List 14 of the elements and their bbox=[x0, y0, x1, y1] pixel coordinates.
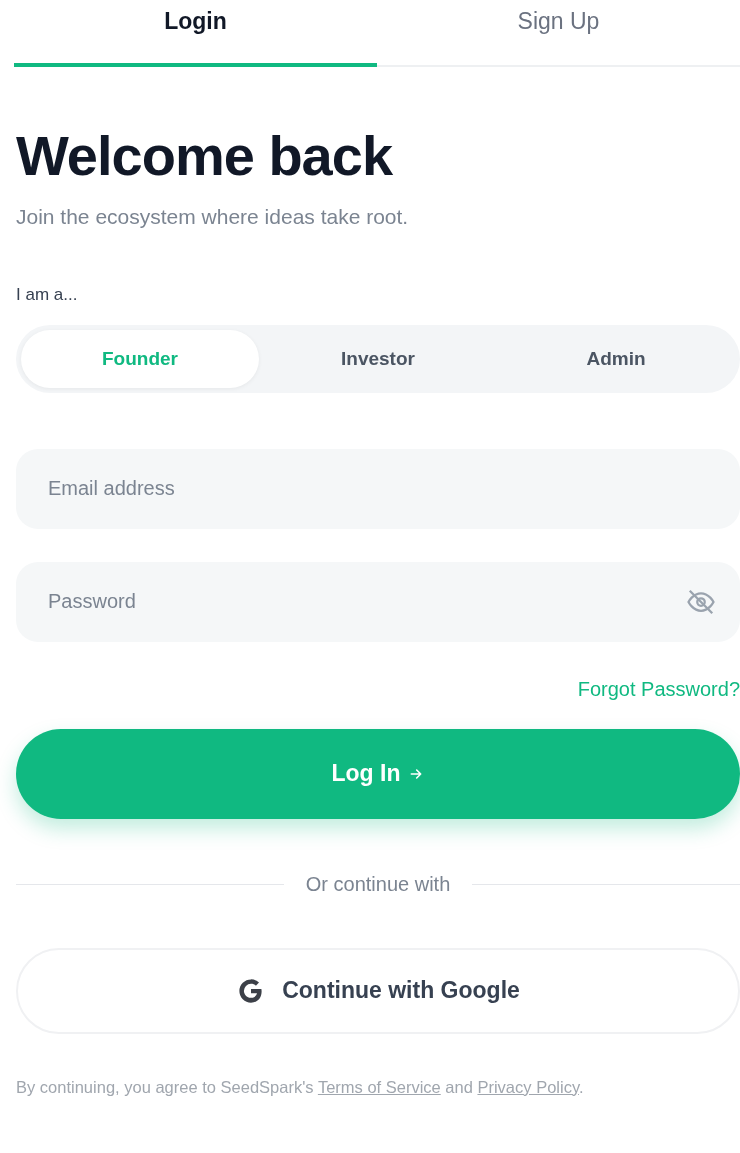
login-button[interactable]: Log In bbox=[16, 728, 740, 819]
tab[interactable]: Sign Up bbox=[377, 0, 740, 67]
role-option[interactable]: Founder bbox=[21, 329, 259, 388]
subtitle: Join the ecosystem where ideas take root. bbox=[16, 204, 410, 229]
forgot-password-link[interactable]: Forgot Password? bbox=[577, 677, 740, 701]
tab[interactable]: Login bbox=[14, 0, 377, 67]
role-option[interactable]: Investor bbox=[259, 329, 497, 388]
google-button[interactable]: Continue with Google bbox=[16, 947, 740, 1034]
terms-notice: By continuing, you agree to SeedSpark's Terms of Service and Privacy Policy. bbox=[16, 1077, 585, 1097]
privacy-link[interactable]: Privacy Policy bbox=[477, 1077, 579, 1096]
divider-text: Or continue with bbox=[305, 872, 451, 896]
role-option[interactable]: Admin bbox=[497, 329, 735, 388]
heading: Welcome back bbox=[16, 125, 394, 187]
field-label: I am a... bbox=[16, 284, 79, 305]
